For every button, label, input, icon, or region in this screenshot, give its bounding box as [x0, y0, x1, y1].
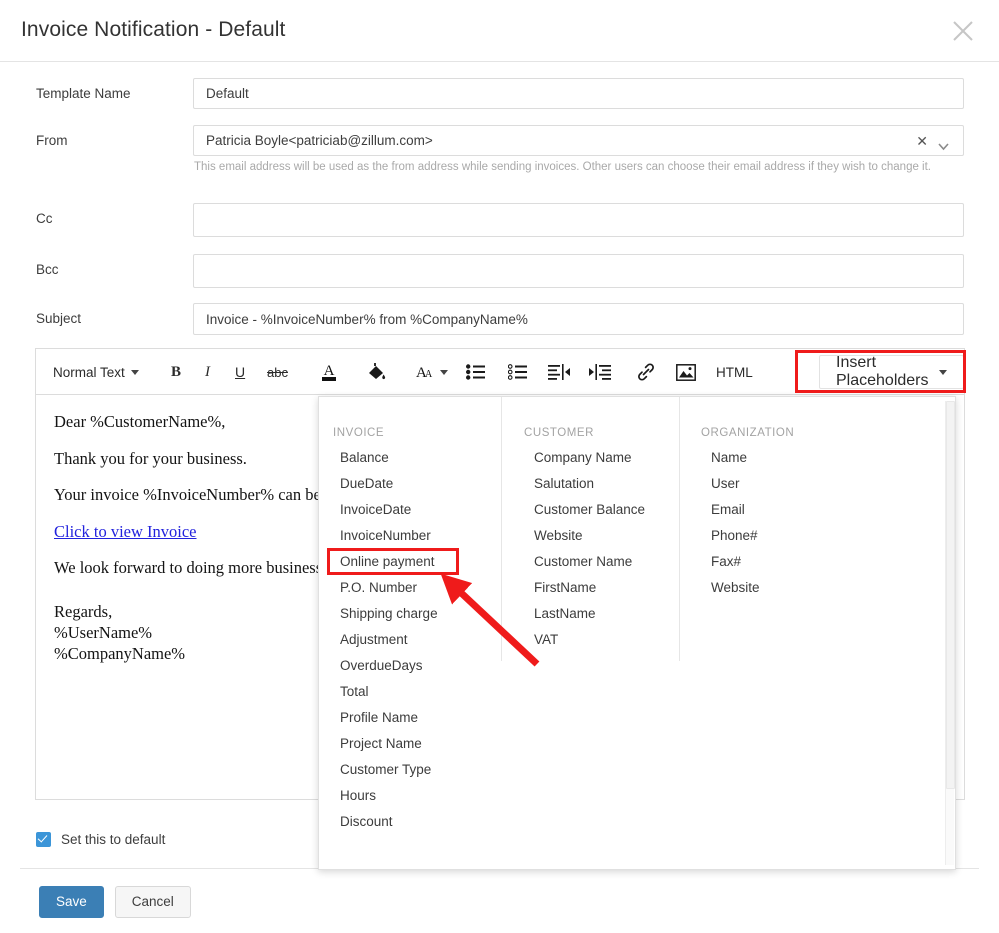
placeholder-item-online-payment[interactable]: Online payment [340, 549, 438, 575]
text-style-label: Normal Text [53, 365, 125, 380]
numbered-list-icon[interactable] [508, 349, 527, 395]
highlight-color-icon[interactable] [366, 349, 388, 395]
view-invoice-link[interactable]: Click to view Invoice [54, 522, 197, 541]
placeholder-item[interactable]: Discount [340, 809, 438, 835]
clear-icon[interactable]: ✕ [916, 133, 928, 149]
placeholder-item[interactable]: Website [534, 523, 645, 549]
set-default-row: Set this to default [36, 832, 165, 847]
insert-placeholders-button[interactable]: Insert Placeholders [819, 355, 964, 389]
placeholder-item[interactable]: Total [340, 679, 438, 705]
column-header-organization: ORGANIZATION [701, 427, 794, 439]
placeholder-item[interactable]: Customer Balance [534, 497, 645, 523]
insert-placeholders-label: Insert Placeholders [836, 354, 933, 390]
placeholder-item[interactable]: Fax# [711, 549, 760, 575]
placeholder-column-organization: ORGANIZATION Name User Email Phone# Fax#… [679, 397, 957, 661]
subject-input[interactable] [193, 303, 964, 335]
placeholder-item[interactable]: Profile Name [340, 705, 438, 731]
placeholder-item[interactable]: Shipping charge [340, 601, 438, 627]
placeholder-item[interactable]: DueDate [340, 471, 438, 497]
font-color-icon[interactable]: A [319, 349, 339, 395]
placeholder-item[interactable]: P.O. Number [340, 575, 438, 601]
outdent-icon[interactable] [548, 349, 570, 395]
bulleted-list-icon[interactable] [466, 349, 485, 395]
svg-text:A: A [425, 369, 433, 380]
bcc-input[interactable] [193, 254, 964, 288]
placeholder-item[interactable]: Customer Name [534, 549, 645, 575]
cancel-button[interactable]: Cancel [115, 886, 191, 918]
chevron-down-icon [939, 370, 947, 375]
placeholder-item[interactable]: Website [711, 575, 760, 601]
from-value: Patricia Boyle<patriciab@zillum.com> [206, 133, 433, 148]
strikethrough-button[interactable]: abc [267, 349, 288, 395]
svg-text:A: A [324, 363, 335, 379]
html-button[interactable]: HTML [716, 349, 753, 395]
from-hint: This email address will be used as the f… [194, 161, 931, 173]
placeholder-item[interactable]: Balance [340, 445, 438, 471]
close-icon[interactable] [949, 17, 977, 45]
text-style-dropdown[interactable]: Normal Text [53, 349, 139, 395]
editor-toolbar: Normal Text B I U abc A A A [35, 348, 965, 395]
indent-icon[interactable] [589, 349, 611, 395]
page-title: Invoice Notification - Default [21, 18, 285, 42]
placeholder-item[interactable]: InvoiceDate [340, 497, 438, 523]
chevron-down-icon [440, 370, 448, 375]
placeholder-column-customer: CUSTOMER Company Name Salutation Custome… [501, 397, 679, 661]
scrollbar-thumb[interactable] [946, 401, 955, 789]
placeholder-item[interactable]: Phone# [711, 523, 760, 549]
set-default-label: Set this to default [61, 832, 165, 847]
underline-button[interactable]: U [235, 349, 245, 395]
cc-label: Cc [36, 211, 53, 226]
font-family-dropdown[interactable]: A A [414, 349, 448, 395]
placeholder-item[interactable]: FirstName [534, 575, 645, 601]
insert-placeholders-dropdown: INVOICE Balance DueDate InvoiceDate Invo… [318, 396, 956, 870]
placeholder-item[interactable]: InvoiceNumber [340, 523, 438, 549]
bcc-label: Bcc [36, 262, 59, 277]
template-name-input[interactable] [193, 78, 964, 109]
link-icon[interactable] [636, 349, 656, 395]
subject-label: Subject [36, 311, 81, 326]
column-header-customer: CUSTOMER [524, 427, 594, 439]
set-default-checkbox[interactable] [36, 832, 51, 847]
save-button[interactable]: Save [39, 886, 104, 918]
placeholder-item[interactable]: Adjustment [340, 627, 438, 653]
chevron-down-icon [131, 370, 139, 375]
placeholder-list-customer: Company Name Salutation Customer Balance… [534, 445, 645, 653]
invoice-notification-dialog: Invoice Notification - Default Template … [0, 0, 999, 933]
placeholder-item[interactable]: LastName [534, 601, 645, 627]
placeholder-item[interactable]: Customer Type [340, 757, 438, 783]
placeholder-item[interactable]: OverdueDays [340, 653, 438, 679]
placeholder-item[interactable]: Hours [340, 783, 438, 809]
dropdown-scrollbar[interactable] [945, 401, 954, 865]
placeholder-item[interactable]: Name [711, 445, 760, 471]
placeholder-item[interactable]: User [711, 471, 760, 497]
placeholder-item[interactable]: Company Name [534, 445, 645, 471]
placeholder-item[interactable]: Email [711, 497, 760, 523]
cc-input[interactable] [193, 203, 964, 237]
italic-button[interactable]: I [205, 349, 210, 395]
placeholder-list-invoice: Balance DueDate InvoiceDate InvoiceNumbe… [340, 445, 438, 835]
placeholder-item[interactable]: VAT [534, 627, 645, 653]
chevron-down-icon[interactable] [938, 138, 949, 156]
placeholder-list-organization: Name User Email Phone# Fax# Website [711, 445, 760, 601]
from-input[interactable]: Patricia Boyle<patriciab@zillum.com> ✕ [193, 125, 964, 156]
template-name-label: Template Name [36, 86, 131, 101]
from-label: From [36, 133, 68, 148]
placeholder-item[interactable]: Salutation [534, 471, 645, 497]
image-icon[interactable] [676, 349, 696, 395]
footer-buttons: Save Cancel [39, 886, 191, 918]
dialog-header: Invoice Notification - Default [0, 0, 999, 62]
bold-button[interactable]: B [171, 349, 181, 395]
placeholder-item[interactable]: Project Name [340, 731, 438, 757]
placeholder-column-invoice: INVOICE Balance DueDate InvoiceDate Invo… [319, 397, 501, 871]
column-header-invoice: INVOICE [333, 427, 384, 439]
